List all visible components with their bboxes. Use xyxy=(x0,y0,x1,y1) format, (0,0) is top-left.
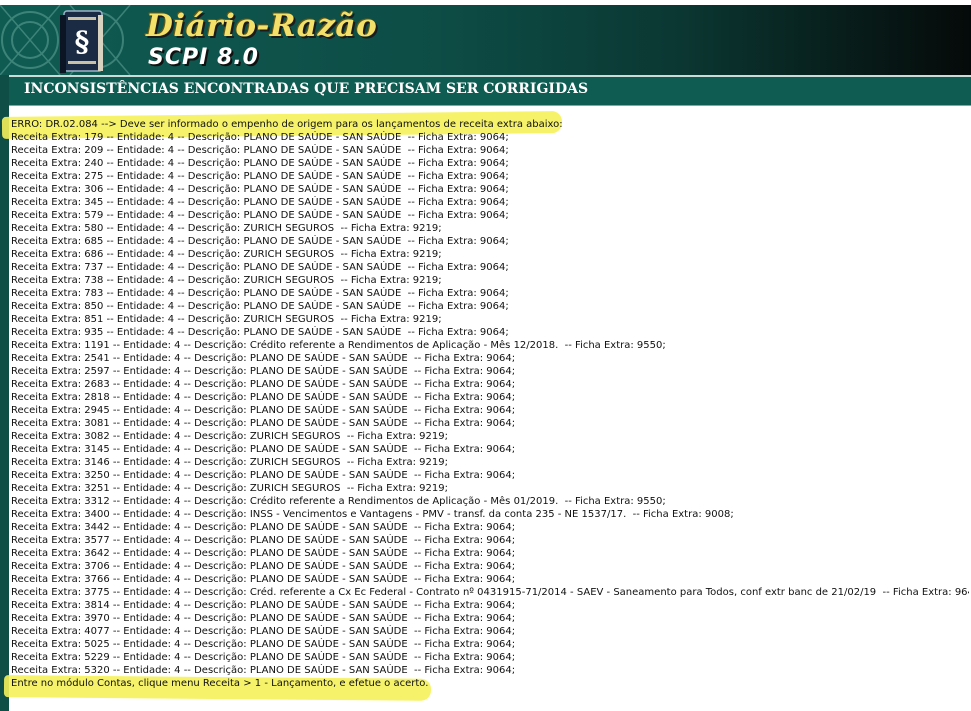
revenue-line: Receita Extra: 5025 -- Entidade: 4 -- De… xyxy=(11,639,516,650)
revenue-line: Receita Extra: 737 -- Entidade: 4 -- Des… xyxy=(11,262,509,273)
revenue-line: Receita Extra: 3766 -- Entidade: 4 -- De… xyxy=(11,574,516,585)
revenue-line: Receita Extra: 2683 -- Entidade: 4 -- De… xyxy=(11,379,516,390)
revenue-line: Receita Extra: 3146 -- Entidade: 4 -- De… xyxy=(11,457,448,468)
revenue-line: Receita Extra: 3775 -- Entidade: 4 -- De… xyxy=(11,587,969,598)
revenue-line: Receita Extra: 685 -- Entidade: 4 -- Des… xyxy=(11,236,509,247)
app-version: SCPI 8.0 xyxy=(148,45,259,70)
report-text: ERRO: DR.02.084 --> Deve ser informado o… xyxy=(11,118,969,690)
revenue-line: Receita Extra: 3442 -- Entidade: 4 -- De… xyxy=(11,522,516,533)
revenue-line: Receita Extra: 686 -- Entidade: 4 -- Des… xyxy=(11,249,442,260)
revenue-line: Receita Extra: 1191 -- Entidade: 4 -- De… xyxy=(11,340,666,351)
revenue-line: Receita Extra: 3642 -- Entidade: 4 -- De… xyxy=(11,548,516,559)
revenue-line: Receita Extra: 2945 -- Entidade: 4 -- De… xyxy=(11,405,516,416)
revenue-line: Receita Extra: 579 -- Entidade: 4 -- Des… xyxy=(11,210,509,221)
law-book-section-icon: § xyxy=(60,10,103,73)
banner-divider xyxy=(9,105,971,106)
instruction-message: Entre no módulo Contas, clique menu Rece… xyxy=(11,678,429,689)
revenue-line: Receita Extra: 3082 -- Entidade: 4 -- De… xyxy=(11,431,448,442)
revenue-line: Receita Extra: 3145 -- Entidade: 4 -- De… xyxy=(11,444,516,455)
section-banner: INCONSISTÊNCIAS ENCONTRADAS QUE PRECISAM… xyxy=(9,75,971,105)
revenue-line: Receita Extra: 2541 -- Entidade: 4 -- De… xyxy=(11,353,516,364)
revenue-line: Receita Extra: 851 -- Entidade: 4 -- Des… xyxy=(11,314,442,325)
revenue-line: Receita Extra: 209 -- Entidade: 4 -- Des… xyxy=(11,145,509,156)
revenue-line: Receita Extra: 345 -- Entidade: 4 -- Des… xyxy=(11,197,509,208)
app-title: Diário-Razão xyxy=(146,8,378,44)
revenue-line: Receita Extra: 935 -- Entidade: 4 -- Des… xyxy=(11,327,509,338)
section-title: INCONSISTÊNCIAS ENCONTRADAS QUE PRECISAM… xyxy=(24,81,589,97)
revenue-line: Receita Extra: 783 -- Entidade: 4 -- Des… xyxy=(11,288,509,299)
revenue-line: Receita Extra: 3706 -- Entidade: 4 -- De… xyxy=(11,561,516,572)
revenue-line: Receita Extra: 5229 -- Entidade: 4 -- De… xyxy=(11,652,516,663)
revenue-line: Receita Extra: 3577 -- Entidade: 4 -- De… xyxy=(11,535,516,546)
svg-text:§: § xyxy=(75,25,90,58)
revenue-line: Receita Extra: 3312 -- Entidade: 4 -- De… xyxy=(11,496,666,507)
revenue-line: Receita Extra: 580 -- Entidade: 4 -- Des… xyxy=(11,223,442,234)
revenue-line: Receita Extra: 3970 -- Entidade: 4 -- De… xyxy=(11,613,516,624)
revenue-line: Receita Extra: 3081 -- Entidade: 4 -- De… xyxy=(11,418,516,429)
revenue-line: Receita Extra: 2597 -- Entidade: 4 -- De… xyxy=(11,366,516,377)
revenue-line: Receita Extra: 3250 -- Entidade: 4 -- De… xyxy=(11,470,516,481)
revenue-line: Receita Extra: 3251 -- Entidade: 4 -- De… xyxy=(11,483,448,494)
app-header: § Diário-Razão SCPI 8.0 xyxy=(0,5,971,75)
revenue-line: Receita Extra: 850 -- Entidade: 4 -- Des… xyxy=(11,301,509,312)
error-message: ERRO: DR.02.084 --> Deve ser informado o… xyxy=(11,119,563,130)
revenue-line: Receita Extra: 306 -- Entidade: 4 -- Des… xyxy=(11,184,509,195)
revenue-line: Receita Extra: 3814 -- Entidade: 4 -- De… xyxy=(11,600,516,611)
revenue-line: Receita Extra: 275 -- Entidade: 4 -- Des… xyxy=(11,171,509,182)
revenue-line: Receita Extra: 4077 -- Entidade: 4 -- De… xyxy=(11,626,516,637)
revenue-line: Receita Extra: 179 -- Entidade: 4 -- Des… xyxy=(11,132,509,143)
revenue-list: Receita Extra: 179 -- Entidade: 4 -- Des… xyxy=(11,131,969,677)
revenue-line: Receita Extra: 240 -- Entidade: 4 -- Des… xyxy=(11,158,509,169)
revenue-line: Receita Extra: 738 -- Entidade: 4 -- Des… xyxy=(11,275,442,286)
revenue-line: Receita Extra: 5320 -- Entidade: 4 -- De… xyxy=(11,665,516,676)
left-border xyxy=(0,75,9,711)
revenue-line: Receita Extra: 3400 -- Entidade: 4 -- De… xyxy=(11,509,734,520)
revenue-line: Receita Extra: 2818 -- Entidade: 4 -- De… xyxy=(11,392,516,403)
